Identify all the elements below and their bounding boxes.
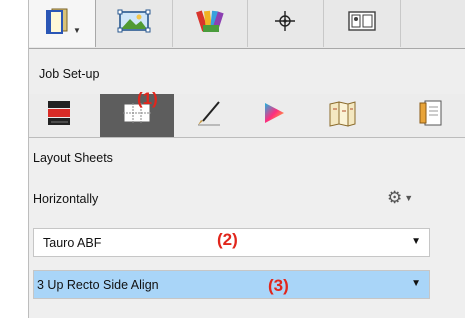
gear-icon: ⚙ xyxy=(387,188,403,207)
subtab-folded-sheets[interactable] xyxy=(312,94,372,137)
chevron-down-icon: ▼ xyxy=(404,193,414,203)
image-frame-icon xyxy=(117,9,151,38)
subtab-color-triangle[interactable] xyxy=(244,94,304,137)
document-manager-icon xyxy=(43,6,71,41)
tab-layout-view[interactable] xyxy=(323,0,401,47)
layout-select-value: 3 Up Recto Side Align xyxy=(37,277,159,292)
layout-view-icon xyxy=(347,10,377,37)
subtab-page-options[interactable] xyxy=(394,94,465,137)
subtab-pen[interactable] xyxy=(179,94,239,137)
folded-sheets-icon xyxy=(327,99,357,132)
settings-menu-button[interactable]: ⚙ ▼ xyxy=(387,187,427,209)
section-title: Job Set-up xyxy=(39,67,100,81)
annotation-3: (3) xyxy=(268,276,289,295)
printer-stack-icon xyxy=(44,98,74,133)
annotation-1: (1) xyxy=(137,89,158,108)
layout-sheets-label: Layout Sheets xyxy=(33,151,113,165)
pen-icon xyxy=(195,99,223,132)
chevron-down-icon[interactable]: ▼ xyxy=(73,26,81,35)
page-options-icon xyxy=(417,98,443,133)
tab-document-manager[interactable]: ▼ xyxy=(29,0,96,47)
machine-select-value: Tauro ABF xyxy=(43,235,102,250)
crosshair-icon xyxy=(274,10,296,37)
annotation-2: (2) xyxy=(217,230,238,249)
chevron-down-icon: ▼ xyxy=(411,278,421,289)
subtab-printer-stack[interactable] xyxy=(31,94,87,137)
tab-crosshair[interactable] xyxy=(247,0,324,47)
color-swatches-icon xyxy=(195,7,224,40)
chevron-down-icon: ▼ xyxy=(411,236,421,247)
subtab-toolbar xyxy=(29,94,465,138)
tab-image-frame[interactable] xyxy=(95,0,173,47)
orientation-label: Horizontally xyxy=(33,192,99,206)
color-triangle-icon xyxy=(261,100,287,131)
tab-color-swatches[interactable] xyxy=(172,0,248,47)
layout-select[interactable]: 3 Up Recto Side Align ▼ xyxy=(33,270,430,299)
top-toolbar: ▼ xyxy=(29,0,465,49)
